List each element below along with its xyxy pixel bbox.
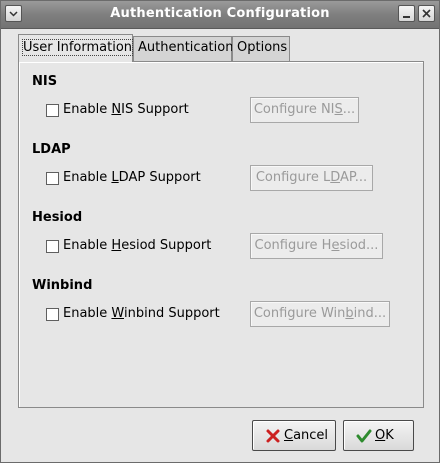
checkbox-enable-winbind[interactable] bbox=[46, 308, 59, 321]
tab-label: User Information bbox=[21, 39, 134, 56]
cancel-button[interactable]: Cancel bbox=[252, 420, 336, 451]
label-text: DAP Support bbox=[118, 170, 201, 185]
tab-authentication[interactable]: Authentication bbox=[133, 36, 234, 61]
label-text: IS Support bbox=[121, 102, 189, 117]
label-text: esiod Support bbox=[121, 238, 212, 253]
checkbox-enable-ldap[interactable] bbox=[46, 172, 59, 185]
mnemonic-char: C bbox=[284, 428, 294, 443]
label-text: Enable bbox=[63, 102, 112, 117]
close-icon bbox=[422, 9, 431, 18]
tab-options[interactable]: Options bbox=[232, 36, 290, 61]
tab-user-information[interactable]: User Information bbox=[18, 34, 134, 62]
close-button[interactable] bbox=[418, 5, 435, 22]
configure-hesiod-button[interactable]: Configure Hesiod... bbox=[250, 233, 383, 259]
checkbox-enable-hesiod[interactable] bbox=[46, 240, 59, 253]
configure-ldap-button[interactable]: Configure LDAP... bbox=[250, 165, 373, 191]
checkbox-enable-nis[interactable] bbox=[46, 104, 59, 117]
checkbox-label-winbind[interactable]: Enable Winbind Support bbox=[63, 306, 220, 321]
configure-winbind-button[interactable]: Configure Winbind... bbox=[250, 301, 390, 327]
cancel-x-icon bbox=[266, 429, 280, 443]
tab-label: Authentication bbox=[138, 40, 234, 55]
button-text: Configure H bbox=[254, 238, 332, 253]
mnemonic-char: N bbox=[111, 102, 122, 117]
label-text: Enable bbox=[63, 306, 112, 321]
mnemonic-char: S bbox=[334, 102, 343, 117]
button-text: siod... bbox=[339, 238, 379, 253]
checkmark-icon bbox=[356, 429, 372, 443]
button-text: ... bbox=[342, 102, 356, 117]
minimize-icon bbox=[403, 16, 410, 18]
section-title-ldap: LDAP bbox=[32, 142, 71, 157]
label-text: inbind Support bbox=[124, 306, 220, 321]
button-text: AP... bbox=[340, 170, 368, 185]
label-text: Enable bbox=[63, 170, 112, 185]
checkbox-label-nis[interactable]: Enable NIS Support bbox=[63, 102, 189, 117]
mnemonic-char: b bbox=[345, 306, 354, 321]
window-title: Authentication Configuration bbox=[110, 6, 330, 21]
label-text: Enable bbox=[63, 238, 112, 253]
mnemonic-char: W bbox=[111, 306, 124, 321]
tab-label: Options bbox=[237, 40, 288, 55]
minimize-button[interactable] bbox=[398, 5, 415, 22]
button-text: ind... bbox=[353, 306, 387, 321]
mnemonic-char: O bbox=[375, 428, 386, 443]
section-title-hesiod: Hesiod bbox=[32, 210, 83, 225]
ok-button-label: OK bbox=[375, 428, 394, 443]
checkbox-label-hesiod[interactable]: Enable Hesiod Support bbox=[63, 238, 211, 253]
button-text: Configure NI bbox=[253, 102, 335, 117]
button-text: K bbox=[385, 428, 394, 443]
button-text: ancel bbox=[293, 428, 329, 443]
ok-button[interactable]: OK bbox=[343, 420, 414, 451]
tab-page-user-information: NIS Enable NIS Support Configure NIS... … bbox=[18, 61, 424, 408]
mnemonic-char: L bbox=[111, 170, 119, 185]
section-title-nis: NIS bbox=[32, 74, 58, 89]
title-bar[interactable]: Authentication Configuration bbox=[1, 1, 439, 29]
cancel-button-label: Cancel bbox=[284, 428, 328, 443]
configure-nis-button[interactable]: Configure NIS... bbox=[250, 97, 359, 123]
button-text: Configure Win bbox=[253, 306, 346, 321]
checkbox-label-ldap[interactable]: Enable LDAP Support bbox=[63, 170, 201, 185]
button-text: Configure L bbox=[255, 170, 331, 185]
auth-config-window: Authentication Configuration User Inform… bbox=[0, 0, 440, 463]
mnemonic-char: H bbox=[111, 238, 122, 253]
section-title-winbind: Winbind bbox=[32, 278, 93, 293]
mnemonic-char: D bbox=[330, 170, 341, 185]
